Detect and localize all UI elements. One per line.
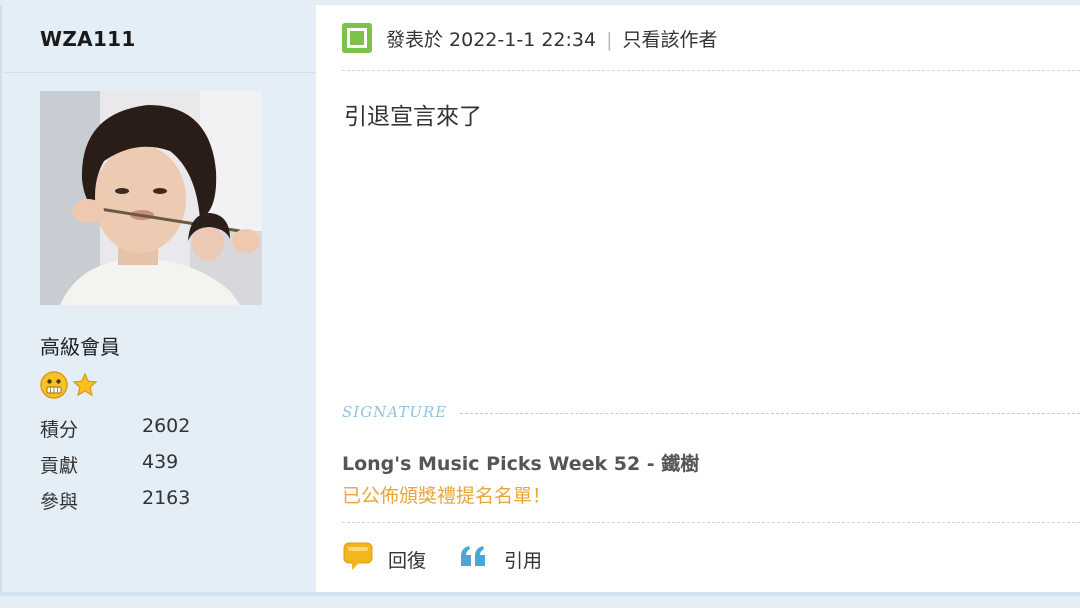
post-content: 引退宣言來了	[344, 104, 482, 130]
reply-label: 回復	[388, 550, 427, 572]
post-meta: 發表於 2022-1-1 22:34 | 只看該作者	[386, 25, 718, 52]
author-sidebar: WZA111 高級會員 積分 2602 貢獻 439 參與 2163	[0, 5, 316, 592]
quote-marks-icon	[461, 546, 485, 566]
reply-button[interactable]: 回復	[342, 540, 442, 572]
star-icon	[72, 372, 98, 397]
stat-label: 參與	[40, 491, 79, 513]
divider	[4, 72, 316, 73]
stat-row-participation: 參與 2163	[40, 483, 280, 519]
quote-label: 引用	[504, 550, 543, 572]
avatar[interactable]	[40, 91, 262, 305]
user-rank: 高級會員	[40, 335, 120, 359]
post-main: 發表於 2022-1-1 22:34 | 只看該作者 引退宣言來了 SIGNATUR…	[316, 5, 1080, 592]
stat-label: 貢獻	[40, 455, 79, 477]
post-timestamp: 發表於 2022-1-1 22:34	[386, 29, 597, 51]
stat-value[interactable]: 2163	[142, 487, 190, 509]
signature-link[interactable]: Long's Music Picks Week 52 - 鐵樹	[342, 449, 699, 476]
author-username[interactable]: WZA111	[40, 27, 136, 51]
post-status-icon	[342, 23, 372, 53]
forum-post: WZA111 高級會員 積分 2602 貢獻 439 參與 2163 發表於 2…	[0, 0, 1080, 608]
signature-sublink[interactable]: 已公佈頒獎禮提名名單！	[342, 481, 551, 508]
user-stats: 積分 2602 貢獻 439 參與 2163	[40, 411, 280, 519]
divider	[342, 522, 1080, 523]
rank-badges	[40, 369, 100, 401]
meta-separator: |	[606, 29, 613, 51]
stat-row-contribution: 貢獻 439	[40, 447, 280, 483]
stat-label: 積分	[40, 419, 79, 441]
stat-value[interactable]: 439	[142, 451, 178, 473]
stat-row-points: 積分 2602	[40, 411, 280, 447]
signature-label: SIGNATURE	[342, 403, 448, 421]
speech-bubble-icon	[343, 542, 373, 570]
only-author-link[interactable]: 只看該作者	[622, 29, 717, 51]
bottom-strip	[0, 592, 1080, 608]
smiley-icon	[40, 371, 98, 399]
divider	[342, 70, 1080, 71]
quote-button[interactable]: 引用	[458, 540, 558, 572]
stat-value[interactable]: 2602	[142, 415, 190, 437]
bottom-strip-edge	[0, 592, 1080, 596]
signature-divider	[460, 413, 1080, 414]
